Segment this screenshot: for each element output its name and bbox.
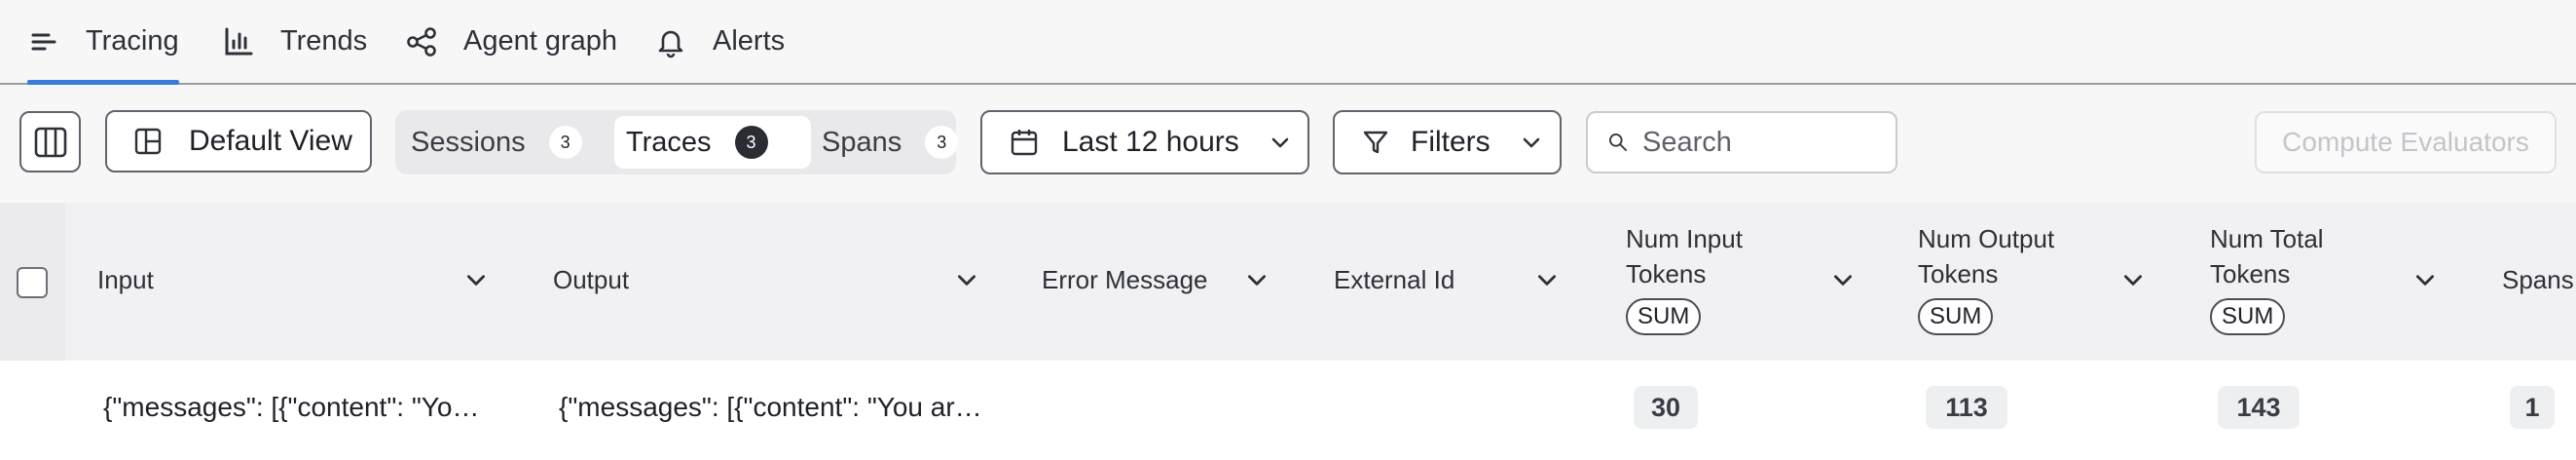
tab-alerts-label: Alerts	[713, 25, 786, 57]
chevron-down-icon[interactable]	[1534, 267, 1560, 299]
table-row[interactable]: {"messages": [{"content": "Yo… {"message…	[0, 361, 2576, 460]
cell-input[interactable]: {"messages": [{"content": "Yo…	[103, 392, 493, 423]
tab-trends-label: Trends	[280, 25, 368, 57]
column-header-num-output-tokens[interactable]: Num Output Tokens SUM	[1918, 203, 2152, 361]
bar-chart-icon	[222, 25, 255, 58]
tab-tracing-label: Tracing	[86, 25, 179, 57]
time-range-dropdown[interactable]: Last 12 hours	[980, 110, 1309, 174]
chevron-down-icon[interactable]	[1830, 267, 1856, 299]
tab-trends[interactable]: Trends	[222, 0, 367, 83]
chevron-down-icon	[1520, 131, 1543, 154]
filters-dropdown[interactable]: Filters	[1333, 110, 1562, 174]
tab-tracing[interactable]: Tracing	[27, 0, 179, 85]
tab-agent-graph[interactable]: Agent graph	[405, 0, 617, 83]
list-lines-icon	[27, 25, 60, 58]
segment-traces-label: Traces	[626, 126, 712, 158]
column-label: External Id	[1334, 265, 1455, 294]
chevron-down-icon[interactable]	[2120, 267, 2146, 299]
sum-badge: SUM	[2210, 298, 2286, 335]
segment-traces[interactable]: Traces 3	[614, 116, 811, 169]
column-label-line1: Num Output	[1918, 224, 2055, 253]
chevron-down-icon[interactable]	[2412, 267, 2438, 299]
layout-icon	[134, 128, 162, 155]
chevron-down-icon[interactable]	[463, 267, 489, 299]
cell-num-input-tokens: 30	[1634, 386, 1698, 429]
search-box	[1586, 111, 1897, 173]
segment-sessions[interactable]: Sessions 3	[411, 116, 582, 169]
tab-agent-graph-label: Agent graph	[463, 25, 618, 57]
default-view-button[interactable]: Default View	[105, 110, 372, 172]
graph-nodes-icon	[405, 25, 438, 58]
columns-icon	[34, 127, 66, 157]
search-input[interactable]	[1642, 126, 1895, 159]
chevron-down-icon	[1269, 131, 1292, 154]
trace-level-switcher: Sessions 3 Traces 3 Spans 3	[395, 110, 959, 174]
column-label: Error Message	[1042, 265, 1208, 294]
column-label-line2: Tokens	[2210, 259, 2291, 288]
column-header-output[interactable]: Output	[553, 203, 991, 361]
sum-badge: SUM	[1626, 298, 1702, 335]
sum-badge: SUM	[1918, 298, 1994, 335]
select-all-checkbox[interactable]	[17, 267, 48, 298]
segment-spans[interactable]: Spans 3	[804, 116, 959, 169]
chevron-down-icon[interactable]	[1244, 267, 1270, 299]
calendar-icon	[1010, 128, 1039, 157]
tab-alerts[interactable]: Alerts	[654, 0, 785, 83]
default-view-label: Default View	[189, 125, 352, 157]
column-label: Output	[553, 265, 630, 294]
funnel-icon	[1362, 129, 1389, 156]
cell-output[interactable]: {"messages": [{"content": "You ar…	[559, 392, 987, 423]
chevron-down-icon[interactable]	[954, 267, 979, 299]
column-label-line1: Num Input	[1626, 224, 1743, 253]
columns-toggle-button[interactable]	[19, 111, 81, 172]
segment-sessions-label: Sessions	[411, 126, 526, 158]
compute-evaluators-button[interactable]: Compute Evaluators	[2255, 111, 2557, 173]
search-icon	[1608, 133, 1628, 152]
column-header-input[interactable]: Input	[97, 203, 497, 361]
sessions-count-badge: 3	[548, 126, 582, 159]
column-header-spans[interactable]: Spans	[2502, 203, 2576, 361]
bell-icon	[654, 25, 687, 58]
traces-count-badge: 3	[734, 126, 768, 159]
toolbar: Default View Sessions 3 Traces 3 Spans 3…	[0, 85, 2576, 203]
cell-num-total-tokens: 143	[2218, 386, 2300, 429]
cell-spans: 1	[2510, 386, 2555, 429]
segment-spans-label: Spans	[822, 126, 902, 158]
column-header-error-message[interactable]: Error Message	[1042, 203, 1275, 361]
column-label: Spans	[2502, 265, 2574, 294]
column-label-line1: Num Total	[2210, 224, 2324, 253]
column-header-external-id[interactable]: External Id	[1334, 203, 1567, 361]
top-navigation: Tracing Trends Agent graph Alerts	[0, 0, 2576, 85]
column-header-num-total-tokens[interactable]: Num Total Tokens SUM	[2210, 203, 2444, 361]
time-range-label: Last 12 hours	[1062, 126, 1239, 158]
column-label-line2: Tokens	[1626, 259, 1707, 288]
cell-num-output-tokens: 113	[1926, 386, 2007, 429]
spans-count-badge: 3	[925, 126, 959, 159]
column-header-num-input-tokens[interactable]: Num Input Tokens SUM	[1626, 203, 1859, 361]
column-label-line2: Tokens	[1918, 259, 1999, 288]
filters-label: Filters	[1411, 126, 1490, 158]
column-label: Input	[97, 265, 154, 294]
